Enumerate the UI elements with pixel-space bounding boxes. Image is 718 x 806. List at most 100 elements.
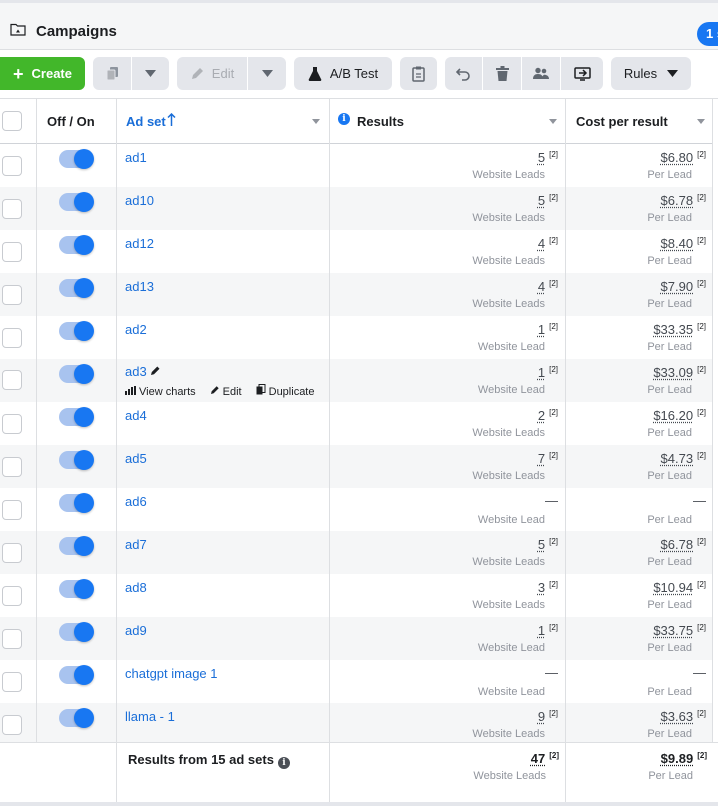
row-checkbox[interactable] — [2, 242, 22, 262]
row-checkbox[interactable] — [2, 285, 22, 305]
adset-name-link[interactable]: ad6 — [125, 494, 147, 509]
column-header-adset[interactable]: Ad set — [126, 114, 166, 129]
create-button[interactable]: + Create — [0, 57, 85, 90]
sort-ascending-icon[interactable] — [167, 113, 176, 126]
row-checkbox[interactable] — [2, 328, 22, 348]
table-row[interactable]: ad10 5 [2] Website Leads $6.78 [2] Per Lead — [0, 187, 718, 230]
adset-name-link[interactable]: ad8 — [125, 580, 147, 595]
selected-badge[interactable]: 1 s — [697, 22, 718, 46]
adset-toggle[interactable] — [59, 364, 94, 384]
results-number[interactable]: 7 — [538, 451, 545, 466]
table-row[interactable]: ad9 1 [2] Website Lead $33.75 [2] Per Lead — [0, 617, 718, 660]
row-checkbox[interactable] — [2, 672, 22, 692]
adset-toggle[interactable] — [59, 149, 94, 169]
results-number[interactable]: 5 — [538, 193, 545, 208]
adset-toggle[interactable] — [59, 450, 94, 470]
duplicate-button[interactable] — [93, 57, 131, 90]
cost-number[interactable]: $3.63 — [661, 709, 694, 724]
table-row[interactable]: ad1 5 [2] Website Leads $6.80 [2] Per Lead — [0, 144, 718, 187]
adset-name-link[interactable]: llama - 1 — [125, 709, 175, 724]
scrollbar[interactable] — [712, 99, 718, 743]
clipboard-button[interactable] — [400, 57, 437, 90]
adset-toggle[interactable] — [59, 579, 94, 599]
adset-name-link[interactable]: chatgpt image 1 — [125, 666, 218, 681]
edit-button[interactable]: Edit — [177, 57, 247, 90]
cost-number[interactable]: $6.78 — [661, 193, 694, 208]
column-header-cost[interactable]: Cost per result — [576, 114, 668, 129]
cost-number[interactable]: $33.35 — [653, 322, 693, 337]
cost-number[interactable]: $33.75 — [653, 623, 693, 638]
row-checkbox[interactable] — [2, 586, 22, 606]
cost-number[interactable]: $16.20 — [653, 408, 693, 423]
cost-column-caret-icon[interactable] — [697, 119, 705, 124]
row-checkbox[interactable] — [2, 199, 22, 219]
column-header-results[interactable]: Results — [357, 114, 404, 129]
adset-toggle[interactable] — [59, 235, 94, 255]
adset-name-link[interactable]: ad1 — [125, 150, 147, 165]
results-number[interactable]: 4 — [538, 236, 545, 251]
table-row[interactable]: ad13 4 [2] Website Leads $7.90 [2] Per Lead — [0, 273, 718, 316]
row-checkbox[interactable] — [2, 370, 22, 390]
duplicate-action[interactable]: Duplicate — [256, 384, 314, 398]
adset-toggle[interactable] — [59, 407, 94, 427]
adset-toggle[interactable] — [59, 278, 94, 298]
delete-button[interactable] — [483, 57, 521, 90]
results-number[interactable]: 5 — [538, 150, 545, 165]
row-checkbox[interactable] — [2, 629, 22, 649]
adset-toggle[interactable] — [59, 622, 94, 642]
table-row[interactable]: ad8 3 [2] Website Leads $10.94 [2] Per Lead — [0, 574, 718, 617]
table-row[interactable]: ad6— Website Lead — Per Lead — [0, 488, 718, 531]
export-button[interactable] — [561, 57, 603, 90]
results-number[interactable]: 5 — [538, 537, 545, 552]
adset-name-link[interactable]: ad13 — [125, 279, 154, 294]
adset-column-caret-icon[interactable] — [312, 119, 320, 124]
summary-cost-value[interactable]: $9.89 — [661, 751, 694, 766]
adset-name-link[interactable]: ad9 — [125, 623, 147, 638]
results-number[interactable]: 4 — [538, 279, 545, 294]
cost-number[interactable]: $10.94 — [653, 580, 693, 595]
adset-toggle[interactable] — [59, 536, 94, 556]
info-icon[interactable]: i — [277, 757, 290, 769]
row-checkbox[interactable] — [2, 457, 22, 477]
results-number[interactable]: 3 — [538, 580, 545, 595]
row-checkbox[interactable] — [2, 156, 22, 176]
summary-results-value[interactable]: 47 — [531, 751, 545, 766]
audience-button[interactable] — [522, 57, 560, 90]
cost-number[interactable]: $33.09 — [653, 365, 693, 380]
table-row[interactable]: chatgpt image 1— Website Lead — Per Lead — [0, 660, 718, 703]
cost-number[interactable]: $6.80 — [661, 150, 694, 165]
rules-button[interactable]: Rules — [611, 57, 691, 90]
cost-number[interactable]: $6.78 — [661, 537, 694, 552]
cost-number[interactable]: $7.90 — [661, 279, 694, 294]
table-row[interactable]: ad4 2 [2] Website Leads $16.20 [2] Per Lead — [0, 402, 718, 445]
row-checkbox[interactable] — [2, 414, 22, 434]
table-row[interactable]: ad2 1 [2] Website Lead $33.35 [2] Per Lead — [0, 316, 718, 359]
undo-button[interactable] — [445, 57, 482, 90]
results-number[interactable]: 2 — [538, 408, 545, 423]
row-checkbox[interactable] — [2, 715, 22, 735]
adset-toggle[interactable] — [59, 493, 94, 513]
table-row[interactable]: llama - 1 9 [2] Website Leads $3.63 [2] Per Le… — [0, 703, 718, 746]
adset-name-link[interactable]: ad12 — [125, 236, 154, 251]
view-charts-action[interactable]: View charts — [125, 386, 196, 398]
edit-dropdown-button[interactable] — [248, 57, 286, 90]
results-number[interactable]: 9 — [538, 709, 545, 724]
table-row[interactable]: ad7 5 [2] Website Leads $6.78 [2] Per Lead — [0, 531, 718, 574]
info-icon[interactable]: i — [338, 113, 350, 125]
row-checkbox[interactable] — [2, 500, 22, 520]
adset-name-link[interactable]: ad5 — [125, 451, 147, 466]
adset-toggle[interactable] — [59, 665, 94, 685]
results-number[interactable]: 1 — [538, 322, 545, 337]
adset-toggle[interactable] — [59, 708, 94, 728]
results-number[interactable]: 1 — [538, 365, 545, 380]
results-column-caret-icon[interactable] — [549, 119, 557, 124]
table-row[interactable]: ad3 View charts Edit Duplicate 1 [2] Website L… — [0, 359, 718, 402]
edit-action[interactable]: Edit — [210, 386, 242, 398]
table-row[interactable]: ad12 4 [2] Website Leads $8.40 [2] Per Lead — [0, 230, 718, 273]
adset-name-link[interactable]: ad2 — [125, 322, 147, 337]
results-number[interactable]: 1 — [538, 623, 545, 638]
cost-number[interactable]: $4.73 — [661, 451, 694, 466]
adset-name-link[interactable]: ad7 — [125, 537, 147, 552]
adset-toggle[interactable] — [59, 192, 94, 212]
adset-name-link[interactable]: ad4 — [125, 408, 147, 423]
